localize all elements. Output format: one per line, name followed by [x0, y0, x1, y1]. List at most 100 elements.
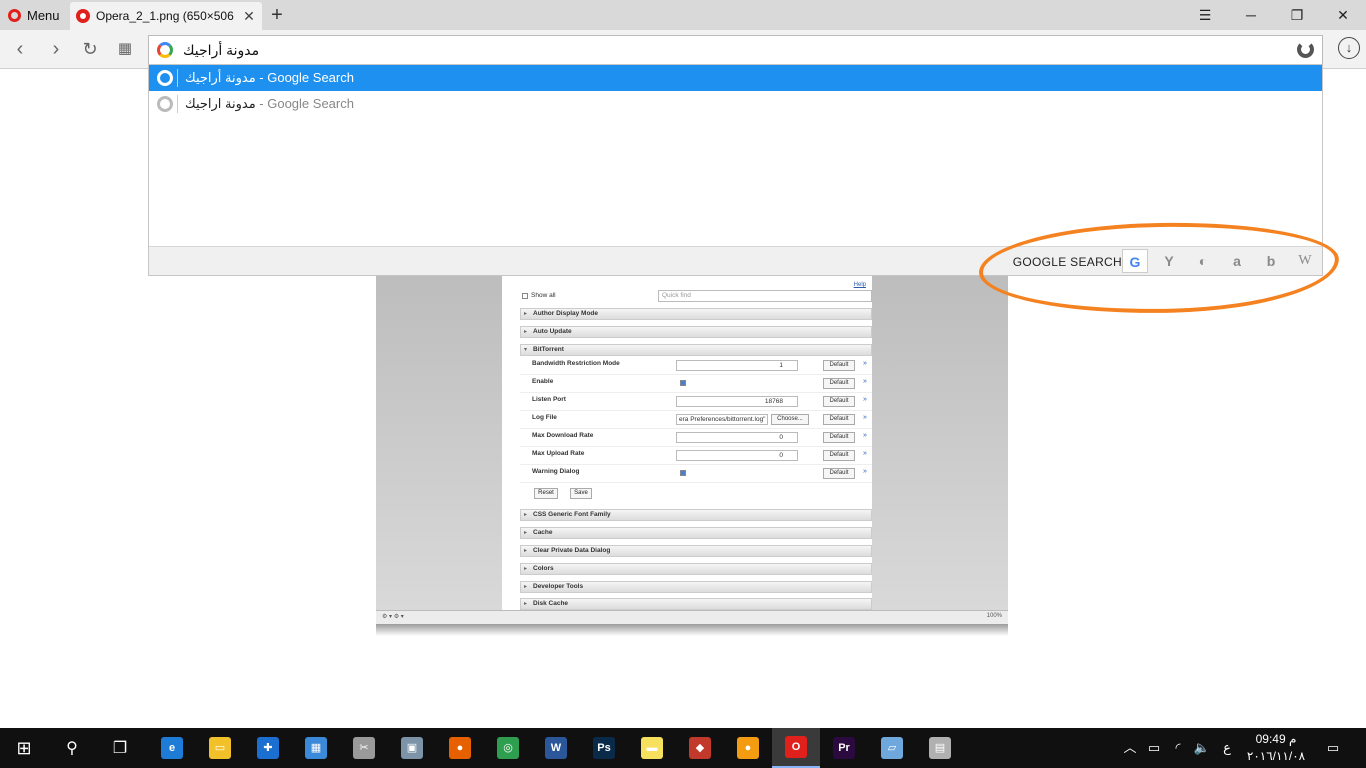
more-icon: » — [863, 450, 867, 457]
taskbar-app-button[interactable]: e — [148, 728, 196, 768]
file-explorer-icon: ▭ — [209, 737, 231, 759]
tab-active[interactable]: Opera_2_1.png (650×506) ✕ — [70, 2, 262, 30]
more-icon: » — [863, 432, 867, 439]
start-button[interactable]: ⊞ — [0, 728, 48, 768]
show-all-label: Show all — [531, 292, 556, 299]
taskbar-app-button[interactable]: ▱ — [868, 728, 916, 768]
taskbar-app-button[interactable]: ● — [724, 728, 772, 768]
section-header: Clear Private Data Dialog — [520, 545, 872, 557]
close-window-button[interactable]: ✕ — [1320, 0, 1366, 30]
pref-value: era Preferences/bittorrent.log" — [676, 414, 768, 425]
premiere-icon: Pr — [833, 737, 855, 759]
language-indicator[interactable]: ع — [1218, 728, 1236, 768]
sticky-notes-icon: ▬ — [641, 737, 663, 759]
media-app-icon: ▤ — [929, 737, 951, 759]
more-icon: » — [863, 360, 867, 367]
search-button[interactable]: ⚲ — [48, 728, 96, 768]
suggestion-text: مدونة اراجيك - Google Search — [185, 96, 354, 112]
taskbar-app-button[interactable]: ◆ — [676, 728, 724, 768]
clock[interactable]: 09:49 م ٢٠١٦/١١/٠٨ — [1236, 731, 1316, 765]
tray-chevron-icon[interactable]: ︿ — [1118, 728, 1142, 768]
taskbar-app-button[interactable]: ▭ — [196, 728, 244, 768]
taskbar-app-button[interactable]: W — [532, 728, 580, 768]
address-bar[interactable]: مدونة أراجيك — [148, 35, 1323, 64]
menu-label: Menu — [27, 7, 60, 23]
pref-value: 0 — [676, 450, 798, 461]
suggestion-item[interactable]: مدونة اراجيك - Google Search — [149, 91, 1322, 117]
forward-button[interactable]: › — [42, 36, 70, 62]
divider — [177, 69, 178, 87]
clock-time: 09:49 م — [1255, 732, 1297, 746]
taskbar-app-button[interactable]: ▬ — [628, 728, 676, 768]
notifications-icon[interactable]: ▭ — [1320, 728, 1346, 768]
section-header: Cache — [520, 527, 872, 539]
pref-value: 1 — [676, 360, 798, 371]
checked-checkbox-icon — [680, 380, 686, 386]
photoshop-icon: Ps — [593, 737, 615, 759]
windows-icon: ⊞ — [16, 737, 32, 758]
pref-row: Warning Dialog Default » — [520, 465, 872, 483]
suggestion-suffix: - Google Search — [255, 70, 354, 85]
app-lock-icon: ● — [737, 737, 759, 759]
photo-app-icon: ▣ — [401, 737, 423, 759]
edge-icon: e — [161, 737, 183, 759]
clock-date: ٢٠١٦/١١/٠٨ — [1246, 749, 1306, 763]
divider — [177, 95, 178, 113]
download-icon[interactable]: ↓ — [1338, 37, 1360, 59]
suggestion-query: مدونة اراجيك — [185, 96, 256, 111]
zoom-label: 100% — [986, 613, 1002, 619]
section-header: CSS Generic Font Family — [520, 509, 872, 521]
taskbar-app-button[interactable]: O — [772, 728, 820, 768]
tab-bar: Menu Opera_2_1.png (650×506) ✕ + ☰ ─ ❐ ✕ — [0, 0, 1366, 30]
pref-name: Max Upload Rate — [532, 450, 585, 457]
google-icon — [157, 96, 173, 112]
taskbar-app-button[interactable]: ✂ — [340, 728, 388, 768]
address-input[interactable]: مدونة أراجيك — [183, 42, 259, 59]
section-header: Developer Tools — [520, 581, 872, 593]
more-icon: » — [863, 378, 867, 385]
search-engine-reload-icon[interactable] — [1297, 41, 1314, 58]
page-image: Help Show all Quick find Author Display … — [376, 276, 1008, 636]
search-icon: ⚲ — [66, 740, 78, 757]
taskbar-app-button[interactable]: ▦ — [292, 728, 340, 768]
restore-button[interactable]: ❐ — [1274, 0, 1320, 30]
pref-name: Max Download Rate — [532, 432, 594, 439]
google-icon — [157, 42, 173, 58]
more-icon: » — [863, 468, 867, 475]
taskbar-app-button[interactable]: ● — [436, 728, 484, 768]
taskbar-app-button[interactable]: ▤ — [916, 728, 964, 768]
battery-icon[interactable]: ▭ — [1142, 728, 1166, 768]
section-header: Colors — [520, 563, 872, 575]
taskbar-app-button[interactable]: Ps — [580, 728, 628, 768]
default-button: Default — [823, 414, 855, 425]
taskbar-app-button[interactable]: ◎ — [484, 728, 532, 768]
section-header: Auto Update — [520, 326, 872, 338]
tab-menu-icon[interactable]: ☰ — [1182, 0, 1228, 30]
tab-favicon-icon — [76, 9, 90, 23]
pref-name: Log File — [532, 414, 557, 421]
quick-find-input: Quick find — [658, 290, 872, 302]
section-header: Disk Cache — [520, 598, 872, 610]
pref-name: Listen Port — [532, 396, 566, 403]
control-panel-icon: ▦ — [305, 737, 327, 759]
tab-close-icon[interactable]: ✕ — [240, 8, 258, 25]
suggestion-item[interactable]: مدونة أراجيك - Google Search — [149, 65, 1322, 91]
reload-button[interactable]: ↻ — [76, 36, 104, 62]
volume-icon[interactable]: 🔈 — [1190, 728, 1214, 768]
pref-row: Max Download Rate 0 Default » — [520, 429, 872, 447]
google-icon — [157, 70, 173, 86]
wifi-icon[interactable]: ◜ — [1166, 728, 1190, 768]
taskbar-app-button[interactable]: ✚ — [244, 728, 292, 768]
notepad-icon: ▱ — [881, 737, 903, 759]
speed-dial-icon[interactable]: ▦ — [111, 36, 139, 62]
tab-title: Opera_2_1.png (650×506) — [96, 9, 234, 23]
opera-menu-button[interactable]: Menu — [0, 0, 66, 30]
default-button: Default — [823, 468, 855, 479]
new-tab-button[interactable]: + — [266, 3, 288, 27]
task-view-button[interactable]: ❐ — [96, 728, 144, 768]
taskbar-app-button[interactable]: Pr — [820, 728, 868, 768]
minimize-button[interactable]: ─ — [1228, 0, 1274, 30]
back-button[interactable]: ‹ — [6, 36, 34, 62]
taskbar-app-button[interactable]: ▣ — [388, 728, 436, 768]
checked-checkbox-icon — [680, 470, 686, 476]
